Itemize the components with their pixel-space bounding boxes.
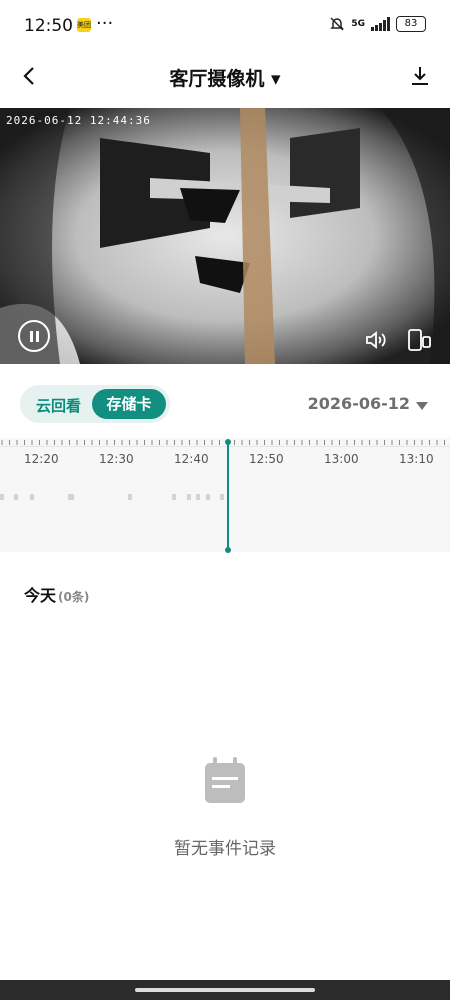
more-notifications-icon: ··· [96, 13, 114, 34]
recording-segment [172, 494, 176, 500]
camera-feed-image [0, 108, 450, 364]
tab-sd-card[interactable]: 存储卡 [92, 389, 166, 419]
timeline-label: 12:30 [99, 452, 134, 466]
status-time: 12:50 [24, 16, 73, 36]
timeline-label: 12:40 [174, 452, 209, 466]
date-selector[interactable]: 2026-06-12 [308, 394, 428, 413]
timeline-label: 13:10 [399, 452, 434, 466]
timeline-cursor[interactable] [225, 439, 231, 553]
recording-segment [14, 494, 18, 500]
recording-segment [0, 494, 4, 500]
recording-timeline[interactable]: 12:20 12:30 12:40 12:50 13:00 13:10 [0, 438, 450, 553]
speaker-icon[interactable] [364, 328, 388, 352]
recording-segment [206, 494, 210, 500]
timeline-label: 12:50 [249, 452, 284, 466]
home-indicator[interactable] [135, 988, 315, 992]
network-type: 5G [351, 19, 365, 29]
recording-segment [30, 494, 34, 500]
camera-video-player[interactable]: 2026-06-12 12:44:36 [0, 108, 450, 364]
tab-cloud-playback[interactable]: 云回看 [36, 395, 81, 416]
download-icon[interactable] [408, 64, 432, 88]
status-icons: 5G 83 [329, 16, 426, 32]
events-header: 今天 (0条) [24, 582, 89, 606]
caret-down-icon [416, 402, 428, 410]
screen-mode-icon[interactable] [406, 328, 432, 352]
timeline-label: 13:00 [324, 452, 359, 466]
meituan-app-icon: 美团 [77, 18, 91, 32]
date-value: 2026-06-12 [307, 394, 410, 413]
empty-events-message: 暂无事件记录 [174, 839, 276, 859]
calendar-empty-icon [205, 757, 245, 803]
recording-segment [187, 494, 191, 500]
video-timestamp: 2026-06-12 12:44:36 [6, 114, 151, 127]
recording-segment [220, 494, 224, 500]
events-count: (0条) [58, 590, 90, 604]
status-bar: 12:50 美团 ··· 5G 83 [0, 0, 450, 52]
camera-title-dropdown[interactable]: 客厅摄像机 ▾ [0, 64, 450, 91]
pause-icon[interactable] [18, 320, 50, 352]
recording-segment [128, 494, 132, 500]
system-nav-bar [0, 980, 450, 1000]
recording-segment [68, 494, 74, 500]
playback-source-tabs: 云回看 存储卡 [20, 385, 170, 423]
silent-bell-icon [330, 17, 345, 31]
battery-icon: 83 [396, 16, 426, 32]
events-title: 今天 [24, 586, 57, 605]
timeline-label: 12:20 [24, 452, 59, 466]
recording-segment [196, 494, 200, 500]
top-bar: 客厅摄像机 ▾ [0, 52, 450, 104]
signal-icon [371, 17, 390, 31]
